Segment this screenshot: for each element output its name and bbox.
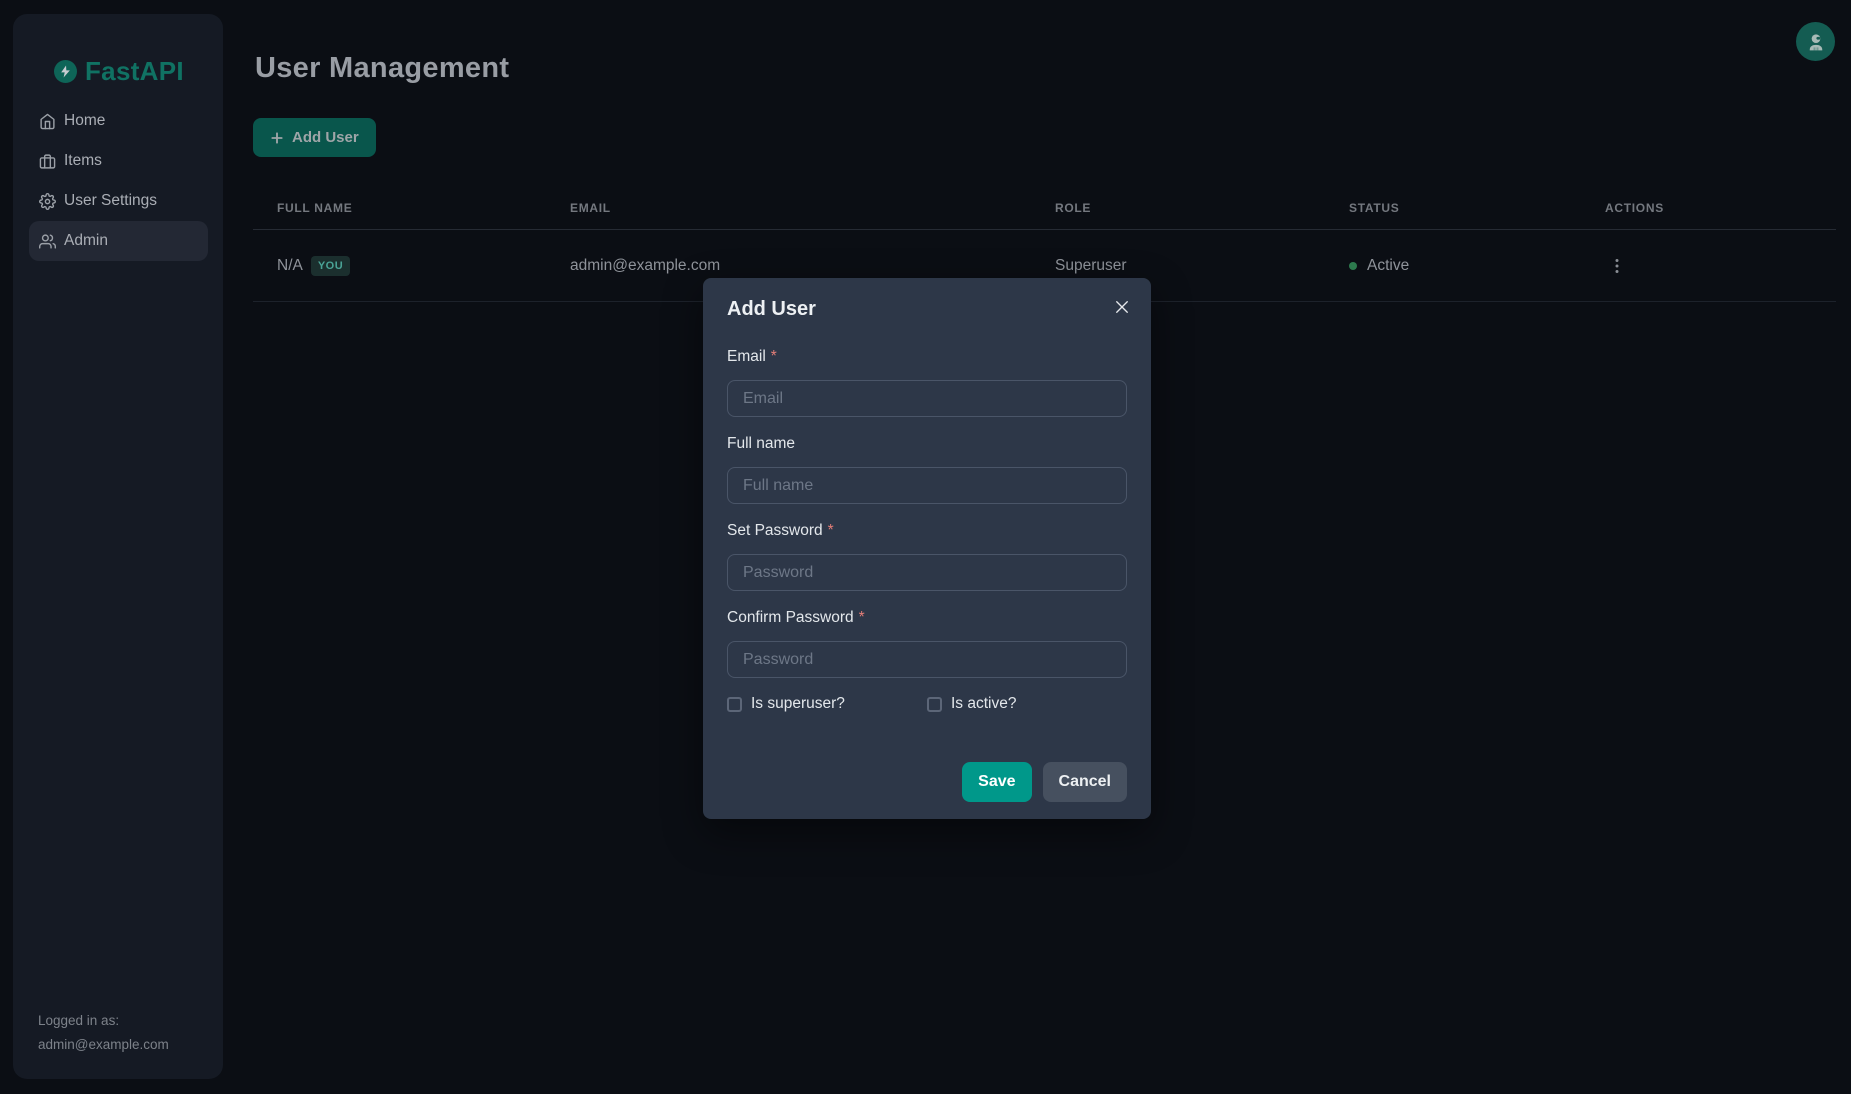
column-header-status: STATUS: [1325, 201, 1581, 215]
is-superuser-label: Is superuser?: [751, 695, 845, 713]
full-name-field-group: Full name: [727, 435, 1127, 504]
modal-checkbox-row: Is superuser? Is active?: [727, 694, 1127, 714]
sidebar-item-label: Home: [64, 112, 105, 130]
column-header-role: ROLE: [1031, 201, 1325, 215]
confirm-password-input[interactable]: [727, 641, 1127, 678]
add-user-modal: Add User Email* Full name Set Password* …: [703, 278, 1151, 819]
logged-in-info: Logged in as: admin@example.com: [38, 1009, 169, 1057]
is-superuser-checkbox[interactable]: Is superuser?: [727, 695, 927, 713]
checkbox-icon: [927, 697, 942, 712]
briefcase-icon: [39, 153, 56, 170]
row-actions-button[interactable]: [1605, 254, 1629, 278]
set-password-field-group: Set Password*: [727, 522, 1127, 591]
home-icon: [39, 113, 56, 130]
required-marker: *: [859, 609, 865, 626]
email-field-label: Email*: [727, 348, 1127, 368]
add-user-button-label: Add User: [292, 129, 359, 146]
user-avatar-icon: [1806, 32, 1826, 52]
logged-in-label: Logged in as:: [38, 1009, 169, 1033]
full-name-input[interactable]: [727, 467, 1127, 504]
brand-logo: FastAPI: [54, 56, 184, 87]
table-header-row: FULL NAME EMAIL ROLE STATUS ACTIONS: [253, 186, 1836, 230]
modal-button-row: Save Cancel: [727, 762, 1127, 802]
confirm-password-field-group: Confirm Password*: [727, 609, 1127, 678]
close-icon: [1113, 298, 1131, 316]
sidebar-nav: Home Items User Settings Admin: [29, 101, 208, 261]
sidebar-item-home[interactable]: Home: [29, 101, 208, 141]
plus-icon: [270, 131, 284, 145]
required-marker: *: [828, 522, 834, 539]
role-value: Superuser: [1055, 257, 1127, 275]
column-header-email: EMAIL: [546, 201, 1031, 215]
sidebar-item-label: User Settings: [64, 192, 157, 210]
cell-actions: [1581, 254, 1836, 278]
users-icon: [39, 233, 56, 250]
fastapi-logo-icon: [54, 60, 77, 83]
brand-name: FastAPI: [85, 56, 184, 87]
required-marker: *: [771, 348, 777, 365]
column-header-full-name: FULL NAME: [253, 201, 546, 215]
gear-icon: [39, 193, 56, 210]
modal-header: Add User: [727, 298, 1127, 322]
page-title: User Management: [255, 52, 509, 85]
is-active-label: Is active?: [951, 695, 1016, 713]
sidebar-item-items[interactable]: Items: [29, 141, 208, 181]
cancel-button[interactable]: Cancel: [1043, 762, 1127, 802]
sidebar: FastAPI Home Items User Settings Admin L…: [13, 14, 223, 1079]
set-password-field-label: Set Password*: [727, 522, 1127, 542]
email-field-group: Email*: [727, 348, 1127, 417]
full-name-value: N/A: [277, 257, 303, 275]
sidebar-item-admin[interactable]: Admin: [29, 221, 208, 261]
active-status-dot: [1349, 262, 1357, 270]
modal-title: Add User: [727, 298, 816, 321]
confirm-password-field-label: Confirm Password*: [727, 609, 1127, 629]
cell-role: Superuser: [1031, 257, 1325, 275]
email-input[interactable]: [727, 380, 1127, 417]
is-active-checkbox[interactable]: Is active?: [927, 695, 1016, 713]
checkbox-icon: [727, 697, 742, 712]
sidebar-item-user-settings[interactable]: User Settings: [29, 181, 208, 221]
logged-in-email: admin@example.com: [38, 1033, 169, 1057]
user-menu-button[interactable]: [1796, 22, 1835, 61]
you-badge: YOU: [311, 256, 350, 276]
email-value: admin@example.com: [570, 257, 720, 275]
save-button[interactable]: Save: [962, 762, 1031, 802]
status-value: Active: [1367, 257, 1409, 275]
full-name-field-label: Full name: [727, 435, 1127, 455]
cell-full-name: N/A YOU: [253, 256, 546, 276]
kebab-menu-icon: [1609, 258, 1625, 274]
sidebar-item-label: Admin: [64, 232, 108, 250]
modal-close-button[interactable]: [1111, 296, 1133, 318]
cell-email: admin@example.com: [546, 257, 1031, 275]
add-user-button[interactable]: Add User: [253, 118, 376, 157]
sidebar-item-label: Items: [64, 152, 102, 170]
cell-status: Active: [1325, 257, 1581, 275]
column-header-actions: ACTIONS: [1581, 201, 1836, 215]
set-password-input[interactable]: [727, 554, 1127, 591]
